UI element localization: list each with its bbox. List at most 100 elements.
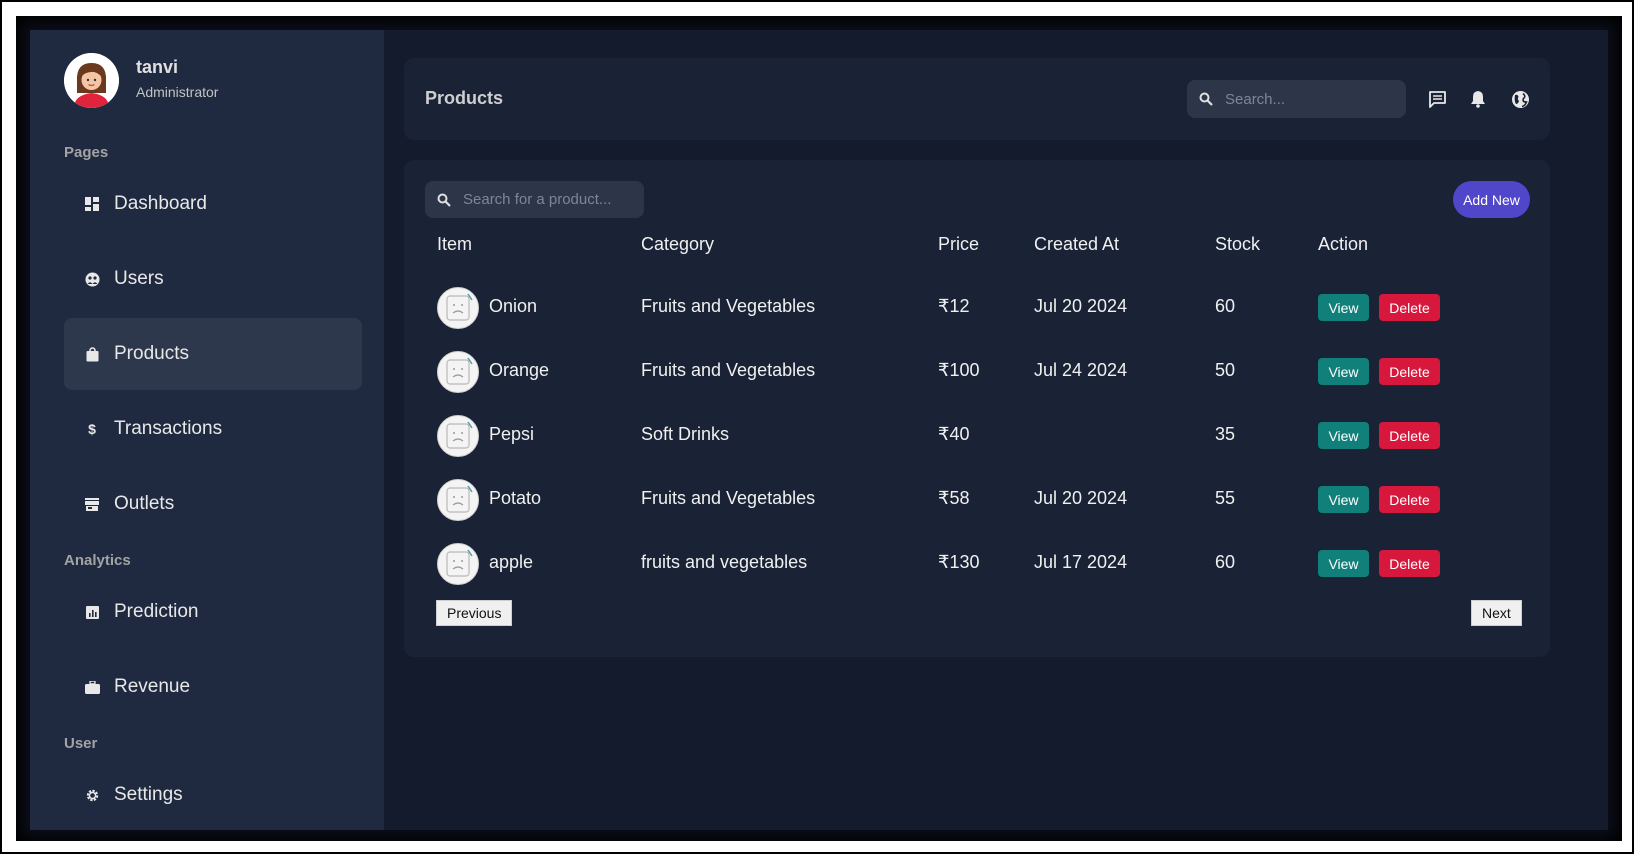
- product-stock: 35: [1215, 424, 1236, 444]
- sidebar-item-label: Settings: [114, 784, 183, 805]
- sidebar-item-label: Transactions: [114, 418, 223, 439]
- product-search[interactable]: [425, 181, 644, 218]
- column-header-category: Category: [641, 234, 715, 254]
- product-created-at: Jul 20 2024: [1034, 296, 1128, 316]
- product-stock: 50: [1215, 360, 1236, 380]
- screenshot-frame: tanvi Administrator Pages Dashboard User…: [0, 0, 1634, 854]
- previous-page-button[interactable]: Previous: [436, 600, 513, 626]
- column-header-stock: Stock: [1215, 234, 1261, 254]
- product-image-placeholder: [437, 415, 479, 457]
- sidebar-item-label: Dashboard: [114, 193, 207, 214]
- view-button[interactable]: View: [1318, 294, 1369, 321]
- gear-icon: [84, 787, 100, 803]
- globe-icon[interactable]: [1510, 89, 1530, 109]
- users-icon: [84, 271, 100, 287]
- screen: tanvi Administrator Pages Dashboard User…: [16, 16, 1622, 841]
- add-new-button[interactable]: Add New: [1453, 181, 1530, 218]
- page-title: Products: [425, 88, 504, 108]
- section-label-user: User: [64, 735, 98, 752]
- delete-button[interactable]: Delete: [1379, 422, 1440, 449]
- product-price: ₹40: [938, 424, 970, 444]
- shopping-bag-icon: [84, 346, 100, 362]
- table-row: Orange Fruits and Vegetables ₹100 Jul 24…: [404, 344, 1550, 408]
- briefcase-icon: [84, 679, 100, 695]
- sidebar-item-products[interactable]: Products: [64, 318, 362, 390]
- product-search-input[interactable]: [461, 190, 615, 209]
- column-header-action: Action: [1318, 234, 1369, 254]
- product-category: fruits and vegetables: [641, 552, 808, 572]
- sidebar-item-label: Users: [114, 268, 164, 289]
- product-created-at: Jul 24 2024: [1034, 360, 1128, 380]
- column-header-price: Price: [938, 234, 980, 254]
- product-category: Fruits and Vegetables: [641, 488, 816, 508]
- product-created-at: Jul 17 2024: [1034, 552, 1128, 572]
- user-name: tanvi: [136, 57, 179, 77]
- user-profile: tanvi Administrator: [64, 52, 218, 108]
- product-name: Onion: [489, 296, 538, 316]
- sidebar-item-dashboard[interactable]: Dashboard: [64, 168, 362, 240]
- product-image-placeholder: [437, 351, 479, 393]
- delete-button[interactable]: Delete: [1379, 550, 1440, 577]
- avatar[interactable]: [64, 52, 119, 108]
- dollar-icon: $: [88, 421, 96, 437]
- view-button[interactable]: View: [1318, 550, 1369, 577]
- table-row: Potato Fruits and Vegetables ₹58 Jul 20 …: [404, 472, 1550, 536]
- section-label-analytics: Analytics: [64, 552, 131, 569]
- chart-icon: [84, 604, 100, 620]
- view-button[interactable]: View: [1318, 358, 1369, 385]
- view-button[interactable]: View: [1318, 422, 1369, 449]
- sidebar-item-transactions[interactable]: $ Transactions: [64, 393, 362, 465]
- product-price: ₹100: [938, 360, 980, 380]
- view-button[interactable]: View: [1318, 486, 1369, 513]
- product-name: Pepsi: [489, 424, 535, 444]
- store-icon: [84, 496, 100, 512]
- dashboard-icon: [84, 196, 100, 212]
- table-row: apple fruits and vegetables ₹130 Jul 17 …: [404, 536, 1550, 600]
- sidebar-item-prediction[interactable]: Prediction: [64, 576, 362, 648]
- table-row: Onion Fruits and Vegetables ₹12 Jul 20 2…: [404, 280, 1550, 344]
- sidebar-item-users[interactable]: Users: [64, 243, 362, 315]
- product-name: Orange: [489, 360, 550, 380]
- delete-button[interactable]: Delete: [1379, 358, 1440, 385]
- sidebar: tanvi Administrator Pages Dashboard User…: [30, 30, 384, 830]
- section-label-pages: Pages: [64, 144, 109, 161]
- sidebar-item-revenue[interactable]: Revenue: [64, 651, 362, 723]
- product-image-placeholder: [437, 287, 479, 329]
- sidebar-item-label: Products: [114, 343, 189, 364]
- product-created-at: Jul 20 2024: [1034, 488, 1128, 508]
- product-price: ₹12: [938, 296, 970, 316]
- product-stock: 60: [1215, 552, 1236, 572]
- delete-button[interactable]: Delete: [1379, 294, 1440, 321]
- delete-button[interactable]: Delete: [1379, 486, 1440, 513]
- product-name: Potato: [489, 488, 542, 508]
- sidebar-item-label: Prediction: [114, 601, 199, 622]
- product-stock: 55: [1215, 488, 1236, 508]
- user-role: Administrator: [136, 84, 219, 100]
- search-icon: [1199, 92, 1213, 106]
- global-search[interactable]: [1187, 80, 1406, 118]
- column-header-created-at: Created At: [1034, 234, 1120, 254]
- table-row: Pepsi Soft Drinks ₹40 35 View Delete: [404, 408, 1550, 472]
- sidebar-item-label: Outlets: [114, 493, 175, 514]
- product-image-placeholder: [437, 543, 479, 585]
- top-bar: Products: [404, 58, 1550, 140]
- next-page-button[interactable]: Next: [1471, 600, 1522, 626]
- global-search-input[interactable]: [1223, 89, 1377, 109]
- column-header-item: Item: [437, 234, 473, 254]
- sidebar-item-outlets[interactable]: Outlets: [64, 468, 362, 540]
- message-icon[interactable]: [1427, 89, 1447, 109]
- product-image-placeholder: [437, 479, 479, 521]
- product-price: ₹58: [938, 488, 970, 508]
- product-name: apple: [489, 552, 534, 572]
- product-category: Fruits and Vegetables: [641, 360, 816, 380]
- app-window: tanvi Administrator Pages Dashboard User…: [30, 30, 1608, 830]
- product-category: Soft Drinks: [641, 424, 730, 444]
- sidebar-item-label: Revenue: [114, 676, 191, 697]
- product-category: Fruits and Vegetables: [641, 296, 816, 316]
- sidebar-item-settings[interactable]: Settings: [64, 759, 362, 830]
- product-stock: 60: [1215, 296, 1236, 316]
- products-panel: Add New Item Category Price Created At S…: [404, 160, 1550, 657]
- product-price: ₹130: [938, 552, 980, 572]
- bell-icon[interactable]: [1468, 89, 1488, 109]
- search-icon: [437, 193, 451, 207]
